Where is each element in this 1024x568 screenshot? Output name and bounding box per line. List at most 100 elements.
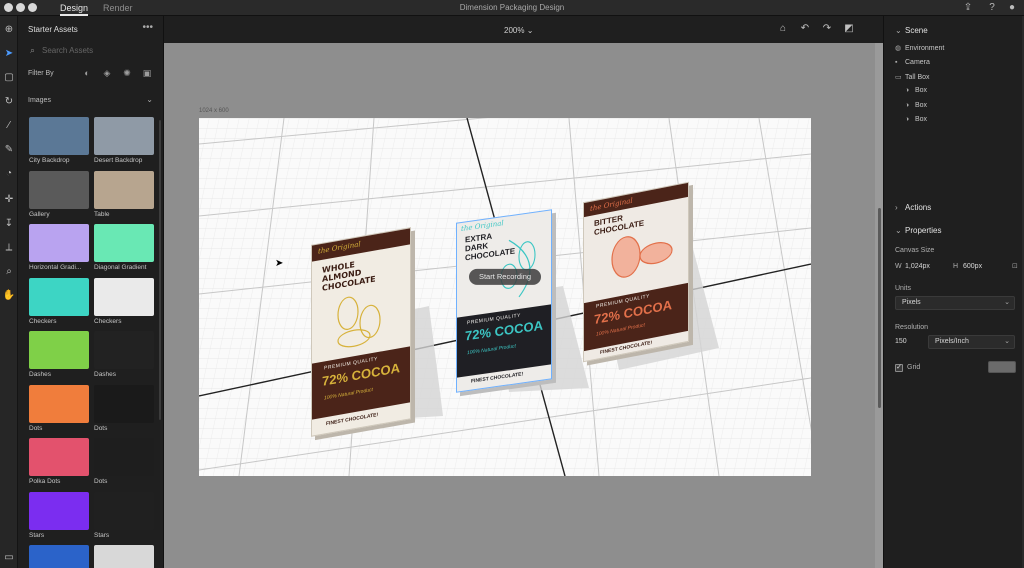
start-recording-button[interactable]: Start Recording bbox=[469, 268, 541, 285]
width-field[interactable]: 1,024px bbox=[905, 263, 930, 270]
height-field[interactable]: 600px bbox=[963, 263, 982, 270]
scene-item-box[interactable]: ◑ Box bbox=[905, 102, 927, 109]
move-icon[interactable]: ▢ bbox=[1, 70, 17, 86]
camera-bookmark-icon[interactable]: ⌂ bbox=[776, 23, 790, 34]
resolution-field[interactable]: 150 bbox=[895, 338, 907, 345]
actions-section-header[interactable]: › Actions bbox=[895, 203, 931, 212]
panel-toggle-icon[interactable]: ▭ bbox=[1, 550, 17, 566]
tool-bar: ⊕ ➤ ▢ ↻ ⁄ ✎ ◔ ✛ ↧ ⟂ ⌕ ✋ ▭ bbox=[0, 16, 18, 568]
canvas-bar: 200% ⌄ ⌂ ↶ ↷ ◩ bbox=[164, 16, 883, 43]
sample-icon[interactable]: ✎ bbox=[1, 142, 17, 158]
asset-tile[interactable]: Gallery bbox=[29, 170, 89, 218]
scene-item-box[interactable]: ◑ Box bbox=[905, 87, 927, 94]
hand-icon[interactable]: ✋ bbox=[1, 288, 17, 304]
asset-thumbnail bbox=[94, 224, 154, 262]
asset-label: Dots bbox=[29, 424, 43, 432]
asset-tile[interactable]: Diagonal Gradient bbox=[94, 224, 154, 271]
undo-view-icon[interactable]: ↶ bbox=[798, 23, 812, 34]
asset-tile[interactable]: Dots bbox=[29, 384, 89, 432]
tab-render[interactable]: Render bbox=[103, 0, 133, 16]
scene-item-label: Environment bbox=[905, 45, 945, 52]
asset-thumbnail bbox=[29, 545, 89, 568]
category-label[interactable]: Images bbox=[28, 97, 51, 104]
properties-title: Properties bbox=[905, 226, 942, 235]
scene-item-environment[interactable]: ◍ Environment bbox=[895, 44, 944, 52]
grid-checkbox[interactable]: ✓ bbox=[895, 364, 903, 372]
canvas-size-label: Canvas Size bbox=[895, 247, 935, 254]
share-icon[interactable]: ⇪ bbox=[962, 2, 974, 14]
artboard[interactable]: the Original WHOLE ALMOND CHOCOLATE PREM… bbox=[199, 118, 811, 476]
asset-tile[interactable]: Horizontal Gradi... bbox=[29, 224, 89, 271]
scene-item-tall-box[interactable]: ▭ Tall Box bbox=[895, 73, 930, 81]
more-icon[interactable]: ••• bbox=[142, 22, 153, 33]
asset-thumbnail bbox=[94, 331, 154, 369]
select-icon[interactable]: ➤ bbox=[1, 46, 17, 62]
package-almond[interactable]: the Original WHOLE ALMOND CHOCOLATE PREM… bbox=[311, 227, 411, 437]
package-bitter[interactable]: the Original BITTER CHOCOLATE PREMIUM QU… bbox=[583, 181, 689, 363]
asset-label: Stars bbox=[29, 531, 45, 539]
asset-tile[interactable]: Dots bbox=[94, 438, 154, 485]
scene-item-label: Box bbox=[915, 116, 928, 123]
asset-thumbnail bbox=[29, 384, 89, 423]
asset-tile[interactable]: Checkers bbox=[29, 277, 89, 325]
zoom-icon[interactable]: ⌕ bbox=[1, 264, 17, 280]
asset-label: Dots bbox=[94, 478, 108, 485]
asset-tile[interactable] bbox=[94, 545, 154, 568]
material-filter-icon[interactable]: ◐ bbox=[80, 68, 94, 78]
dolly-icon[interactable]: ↧ bbox=[1, 216, 17, 232]
asset-tile[interactable]: Table bbox=[94, 170, 154, 218]
canvas-scrollbar[interactable] bbox=[875, 43, 883, 568]
units-select[interactable]: Pixels ⌄ bbox=[895, 296, 1015, 310]
horizon-icon[interactable]: ⟂ bbox=[1, 240, 17, 256]
assets-scrollbar[interactable] bbox=[159, 120, 161, 420]
asset-tile[interactable]: Desert Backdrop bbox=[94, 117, 154, 164]
tab-design[interactable]: Design bbox=[60, 0, 89, 16]
asset-thumbnail bbox=[29, 331, 89, 369]
units-label: Units bbox=[895, 285, 911, 292]
user-icon[interactable]: ● bbox=[1006, 2, 1018, 14]
asset-tile[interactable]: Dots bbox=[94, 384, 154, 432]
add-icon[interactable]: ⊕ bbox=[1, 22, 17, 38]
scene-item-camera[interactable]: ▪ Camera bbox=[895, 59, 930, 66]
scene-item-label: Camera bbox=[905, 59, 930, 66]
light-filter-icon[interactable]: ✺ bbox=[120, 68, 134, 79]
image-filter-icon[interactable]: ▣ bbox=[140, 68, 154, 79]
pan-icon[interactable]: ✛ bbox=[1, 192, 17, 208]
assets-title[interactable]: Starter Assets bbox=[28, 25, 78, 34]
asset-tile[interactable]: Dashes bbox=[29, 331, 89, 378]
paint-bucket-icon[interactable]: ◔ bbox=[1, 166, 17, 182]
assets-panel: Starter Assets ••• ⌕ Search Assets Filte… bbox=[18, 16, 164, 568]
properties-section-header[interactable]: ⌄ Properties bbox=[895, 226, 941, 235]
redo-view-icon[interactable]: ↷ bbox=[820, 23, 834, 34]
help-icon[interactable]: ? bbox=[986, 2, 998, 14]
asset-tile[interactable] bbox=[29, 545, 89, 568]
asset-label: Dashes bbox=[29, 371, 52, 378]
asset-thumbnail bbox=[94, 384, 154, 423]
zoom-level[interactable]: 200% ⌄ bbox=[504, 26, 533, 35]
asset-tile[interactable]: Checkers bbox=[94, 277, 154, 325]
asset-tile[interactable]: Dashes bbox=[94, 331, 154, 378]
document-title: Dimension Packaging Design bbox=[459, 3, 565, 12]
asset-thumbnail bbox=[29, 117, 89, 155]
asset-thumbnail bbox=[94, 491, 154, 530]
grid-color-swatch[interactable] bbox=[988, 361, 1016, 373]
asset-tile[interactable]: Stars bbox=[29, 491, 89, 539]
asset-tile[interactable]: Polka Dots bbox=[29, 438, 89, 485]
resolution-unit-select[interactable]: Pixels/Inch ⌄ bbox=[928, 335, 1015, 349]
magic-wand-icon[interactable]: ⁄ bbox=[1, 118, 17, 134]
asset-label: Gallery bbox=[29, 210, 50, 218]
asset-tile[interactable]: City Backdrop bbox=[29, 117, 89, 164]
search-input[interactable]: ⌕ Search Assets bbox=[28, 44, 154, 58]
scene-section-header[interactable]: ⌄ Scene bbox=[895, 26, 928, 35]
render-preview-icon[interactable]: ◩ bbox=[842, 23, 856, 34]
chevron-down-icon[interactable]: ⌄ bbox=[146, 95, 153, 104]
model-filter-icon[interactable]: ◈ bbox=[100, 68, 114, 79]
lock-icon[interactable]: ⊡ bbox=[1012, 262, 1018, 270]
package-extra-dark[interactable]: the Original EXTRA DARK CHOCOLATE Start … bbox=[456, 209, 552, 393]
orbit-icon[interactable]: ↻ bbox=[1, 94, 17, 110]
title-bar: Dimension Packaging Design Design Render… bbox=[0, 0, 1024, 16]
properties-panel: ⌄ Scene ◍ Environment ▪ Camera ▭ Tall Box ◑ B… bbox=[883, 16, 1024, 568]
asset-tile[interactable]: Stars bbox=[94, 491, 154, 539]
scene-item-box[interactable]: ◑ Box bbox=[905, 116, 927, 123]
filter-icons: ◐ ◈ ✺ ▣ bbox=[80, 68, 160, 79]
